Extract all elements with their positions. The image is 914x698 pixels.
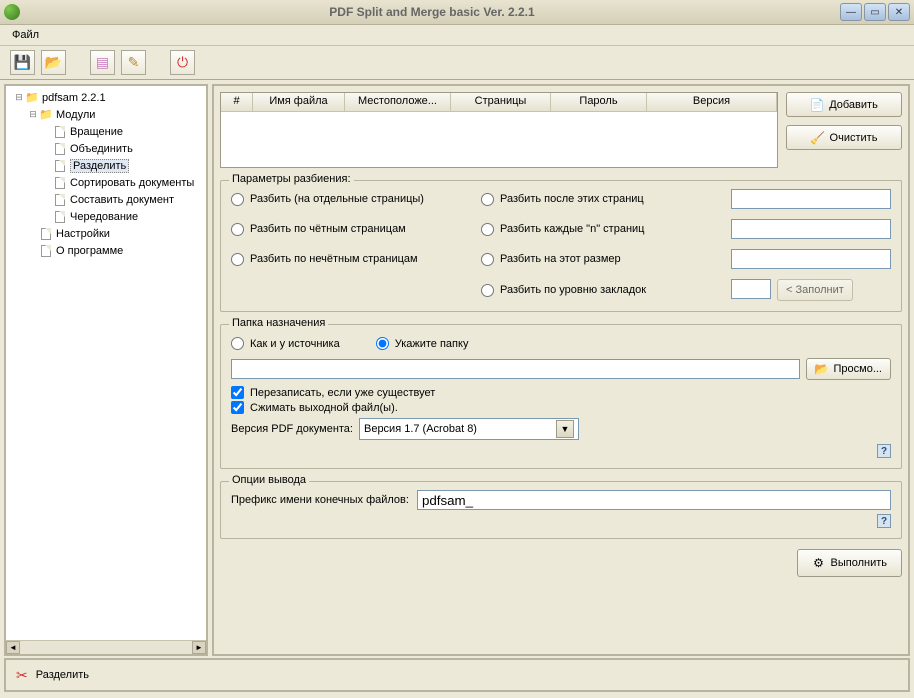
tree-settings[interactable]: Настройки <box>9 225 203 242</box>
input-split-size[interactable] <box>731 249 891 269</box>
radio-split-after[interactable]: Разбить после этих страниц <box>481 193 731 206</box>
table-header: # Имя файла Местоположе... Страницы Паро… <box>221 93 777 112</box>
check-overwrite[interactable]: Перезаписать, если уже существует <box>231 386 891 399</box>
close-button[interactable]: ✕ <box>888 3 910 21</box>
browse-button[interactable]: 📂Просмо... <box>806 358 892 380</box>
check-compress[interactable]: Сжимать выходной файл(ы). <box>231 401 891 414</box>
tree-item-alternate[interactable]: Чередование <box>9 208 203 225</box>
col-password[interactable]: Пароль <box>551 93 647 111</box>
scroll-left-icon[interactable]: ◄ <box>6 641 20 654</box>
maximize-button[interactable]: ▭ <box>864 3 886 21</box>
status-text: Разделить <box>36 669 89 681</box>
prefix-input[interactable] <box>417 490 891 510</box>
add-button[interactable]: 📄Добавить <box>786 92 902 117</box>
chevron-down-icon: ▼ <box>556 420 574 438</box>
document-icon <box>53 125 67 139</box>
document-icon <box>39 227 53 241</box>
brush-icon: ✎ <box>128 54 140 71</box>
clear-icon: 🧹 <box>811 131 825 145</box>
execute-button[interactable]: ⚙Выполнить <box>797 549 902 577</box>
save-icon: 💾 <box>14 54 31 71</box>
input-split-n[interactable] <box>731 219 891 239</box>
document-icon <box>53 176 67 190</box>
document-icon <box>53 142 67 156</box>
document-icon <box>53 193 67 207</box>
toolbar-clear-button[interactable]: ✎ <box>121 50 146 75</box>
radio-dest-choose[interactable]: Укажите папку <box>376 337 469 350</box>
file-table[interactable]: # Имя файла Местоположе... Страницы Паро… <box>220 92 778 168</box>
tree-modules[interactable]: ⊟📁Модули <box>9 106 203 123</box>
tree-item-rotate[interactable]: Вращение <box>9 123 203 140</box>
input-split-after[interactable] <box>731 189 891 209</box>
sidebar-tree: ⊟📁pdfsam 2.2.1 ⊟📁Модули Вращение Объедин… <box>4 84 208 656</box>
power-icon: ⏻ <box>177 54 188 71</box>
status-bar: ✂ Разделить <box>4 658 910 692</box>
menu-file[interactable]: Файл <box>6 27 45 43</box>
prefix-label: Префикс имени конечных файлов: <box>231 494 409 506</box>
help-icon[interactable]: ? <box>877 514 891 528</box>
folder-icon: 📂 <box>815 362 829 376</box>
tree-root[interactable]: ⊟📁pdfsam 2.2.1 <box>9 89 203 106</box>
split-legend: Параметры разбиения: <box>229 173 354 185</box>
toolbar: 💾 📂 ▤ ✎ ⏻ <box>0 46 914 80</box>
version-label: Версия PDF документа: <box>231 423 353 435</box>
document-icon <box>53 210 67 224</box>
tree-item-sort[interactable]: Сортировать документы <box>9 174 203 191</box>
radio-split-single[interactable]: Разбить (на отдельные страницы) <box>231 193 481 206</box>
col-number[interactable]: # <box>221 93 253 111</box>
tree-item-split[interactable]: Разделить <box>9 157 203 174</box>
dest-path-input[interactable] <box>231 359 800 379</box>
folder-icon: 📁 <box>39 108 53 122</box>
log-icon: ▤ <box>96 54 109 71</box>
window-title: PDF Split and Merge basic Ver. 2.2.1 <box>26 5 838 19</box>
tree-horizontal-scrollbar[interactable]: ◄ ► <box>6 640 206 654</box>
toolbar-exit-button[interactable]: ⏻ <box>170 50 195 75</box>
fill-button[interactable]: < Заполнит <box>777 279 853 301</box>
app-icon <box>4 4 20 20</box>
toolbar-save-button[interactable]: 💾 <box>10 50 35 75</box>
col-pages[interactable]: Страницы <box>451 93 551 111</box>
clear-button[interactable]: 🧹Очистить <box>786 125 902 150</box>
help-icon[interactable]: ? <box>877 444 891 458</box>
tree-about[interactable]: О программе <box>9 242 203 259</box>
radio-split-every-n[interactable]: Разбить каждые "n" страниц <box>481 223 731 236</box>
document-icon <box>39 244 53 258</box>
gear-icon: ⚙ <box>812 556 826 570</box>
input-bookmark-level[interactable] <box>731 279 771 299</box>
radio-split-bookmark[interactable]: Разбить по уровню закладок <box>481 284 731 297</box>
title-bar: PDF Split and Merge basic Ver. 2.2.1 — ▭… <box>0 0 914 25</box>
toolbar-open-button[interactable]: 📂 <box>41 50 66 75</box>
menu-bar: Файл <box>0 25 914 46</box>
toolbar-log-button[interactable]: ▤ <box>90 50 115 75</box>
destination-group: Папка назначения Как и у источника Укажи… <box>220 324 902 469</box>
folder-icon: 📁 <box>25 91 39 105</box>
tree-item-merge[interactable]: Объединить <box>9 140 203 157</box>
output-group: Опции вывода Префикс имени конечных файл… <box>220 481 902 539</box>
radio-dest-same[interactable]: Как и у источника <box>231 337 340 350</box>
content-area: ⊟📁pdfsam 2.2.1 ⊟📁Модули Вращение Объедин… <box>0 80 914 658</box>
col-location[interactable]: Местоположе... <box>345 93 451 111</box>
out-legend: Опции вывода <box>229 474 309 486</box>
folder-open-icon: 📂 <box>45 54 62 71</box>
radio-split-odd[interactable]: Разбить по нечётным страницам <box>231 253 481 266</box>
minimize-button[interactable]: — <box>840 3 862 21</box>
scroll-right-icon[interactable]: ► <box>192 641 206 654</box>
tree-item-compose[interactable]: Составить документ <box>9 191 203 208</box>
col-version[interactable]: Версия <box>647 93 777 111</box>
document-icon <box>53 159 67 173</box>
dest-legend: Папка назначения <box>229 317 328 329</box>
scissors-icon: ✂ <box>16 667 28 684</box>
col-filename[interactable]: Имя файла <box>253 93 345 111</box>
version-combo[interactable]: Версия 1.7 (Acrobat 8) ▼ <box>359 418 579 440</box>
radio-split-size[interactable]: Разбить на этот размер <box>481 253 731 266</box>
split-options-group: Параметры разбиения: Разбить (на отдельн… <box>220 180 902 312</box>
main-panel: # Имя файла Местоположе... Страницы Паро… <box>212 84 910 656</box>
add-icon: 📄 <box>810 98 824 112</box>
radio-split-even[interactable]: Разбить по чётным страницам <box>231 223 481 236</box>
